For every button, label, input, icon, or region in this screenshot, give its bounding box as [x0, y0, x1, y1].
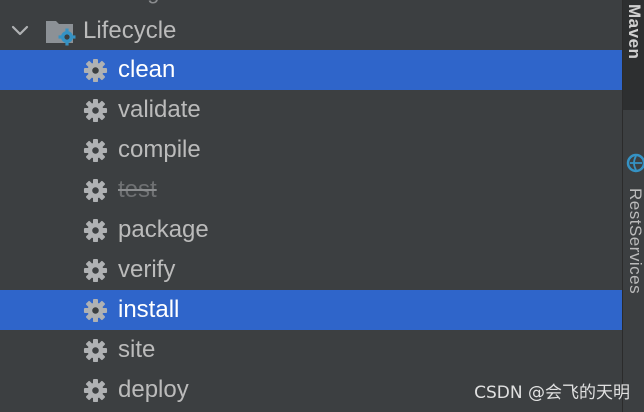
tree-row-goal-package[interactable]: package: [0, 210, 622, 250]
gear-icon: [83, 178, 108, 203]
rest-services-tab[interactable]: RestServices: [623, 180, 644, 330]
gear-icon: [83, 58, 108, 83]
goal-label: compile: [118, 136, 201, 163]
goal-label: clean: [118, 56, 176, 83]
tree-row-goal-validate[interactable]: validate: [0, 90, 622, 130]
gear-icon: [83, 138, 108, 163]
gear-icon: [83, 258, 108, 283]
maven-tab[interactable]: Maven: [623, 0, 644, 110]
lifecycle-label: Lifecycle: [83, 17, 177, 44]
tree-row-module-partial[interactable]: Order…Management Service: [0, 0, 622, 8]
rest-services-tab-label: RestServices: [626, 188, 644, 295]
gear-icon: [83, 338, 108, 363]
tree-row-lifecycle[interactable]: Lifecycle: [0, 11, 622, 51]
gear-icon: [83, 378, 108, 403]
goal-label: site: [118, 336, 156, 363]
tree-row-goal-site[interactable]: site: [0, 330, 622, 370]
tree-row-goal-clean[interactable]: clean: [0, 50, 622, 90]
goal-label: package: [118, 216, 209, 243]
folder-gear-icon: [46, 21, 76, 46]
gear-icon: [83, 98, 108, 123]
goal-label-skipped: test: [118, 176, 157, 203]
chevron-down-icon[interactable]: [10, 21, 30, 41]
tree-row-goal-verify[interactable]: verify: [0, 250, 622, 290]
tree-row-goal-compile[interactable]: compile: [0, 130, 622, 170]
watermark: CSDN @会飞的天明: [474, 383, 630, 403]
tree-row-goal-test[interactable]: test: [0, 170, 622, 210]
maven-tab-label: Maven: [625, 4, 644, 60]
maven-projects-tree[interactable]: Order…Management Service Lifecycle clea: [0, 0, 622, 412]
gear-icon: [83, 298, 108, 323]
goal-label: install: [118, 296, 180, 323]
tool-window-sidebar: Maven RestServices: [622, 0, 644, 412]
goal-label: validate: [118, 96, 201, 123]
tree-row-goal-install[interactable]: install: [0, 290, 622, 330]
goal-label: deploy: [118, 376, 189, 403]
rest-services-icon: [626, 153, 644, 173]
goal-label: verify: [118, 256, 176, 283]
gear-icon: [83, 218, 108, 243]
